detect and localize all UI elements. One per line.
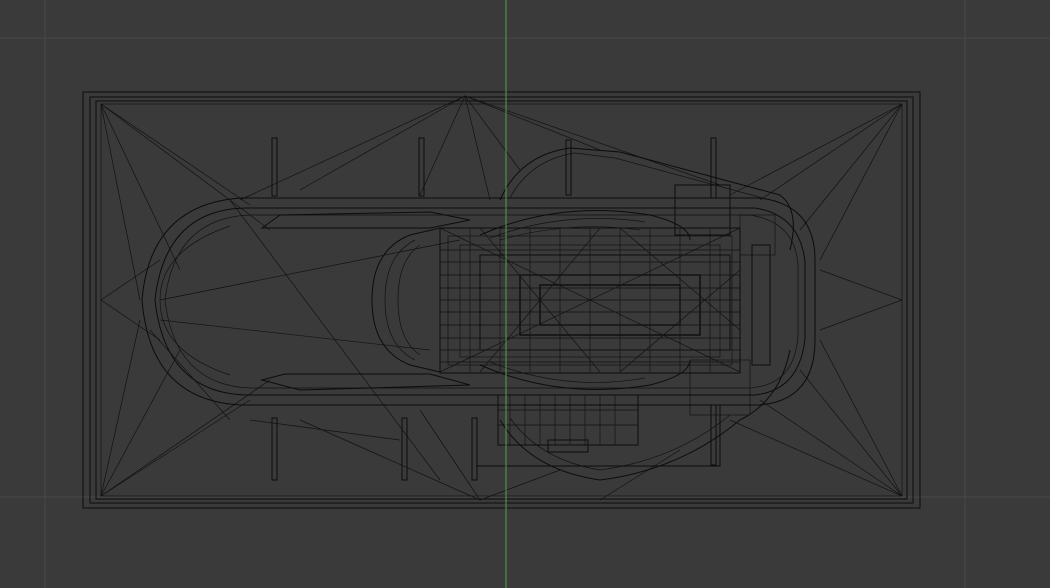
viewport-grid [0, 0, 1050, 588]
viewport-canvas[interactable] [0, 0, 1050, 588]
3d-viewport[interactable] [0, 0, 1050, 588]
wireframe-engine [371, 184, 776, 453]
wireframe-axle-posts [271, 137, 721, 481]
